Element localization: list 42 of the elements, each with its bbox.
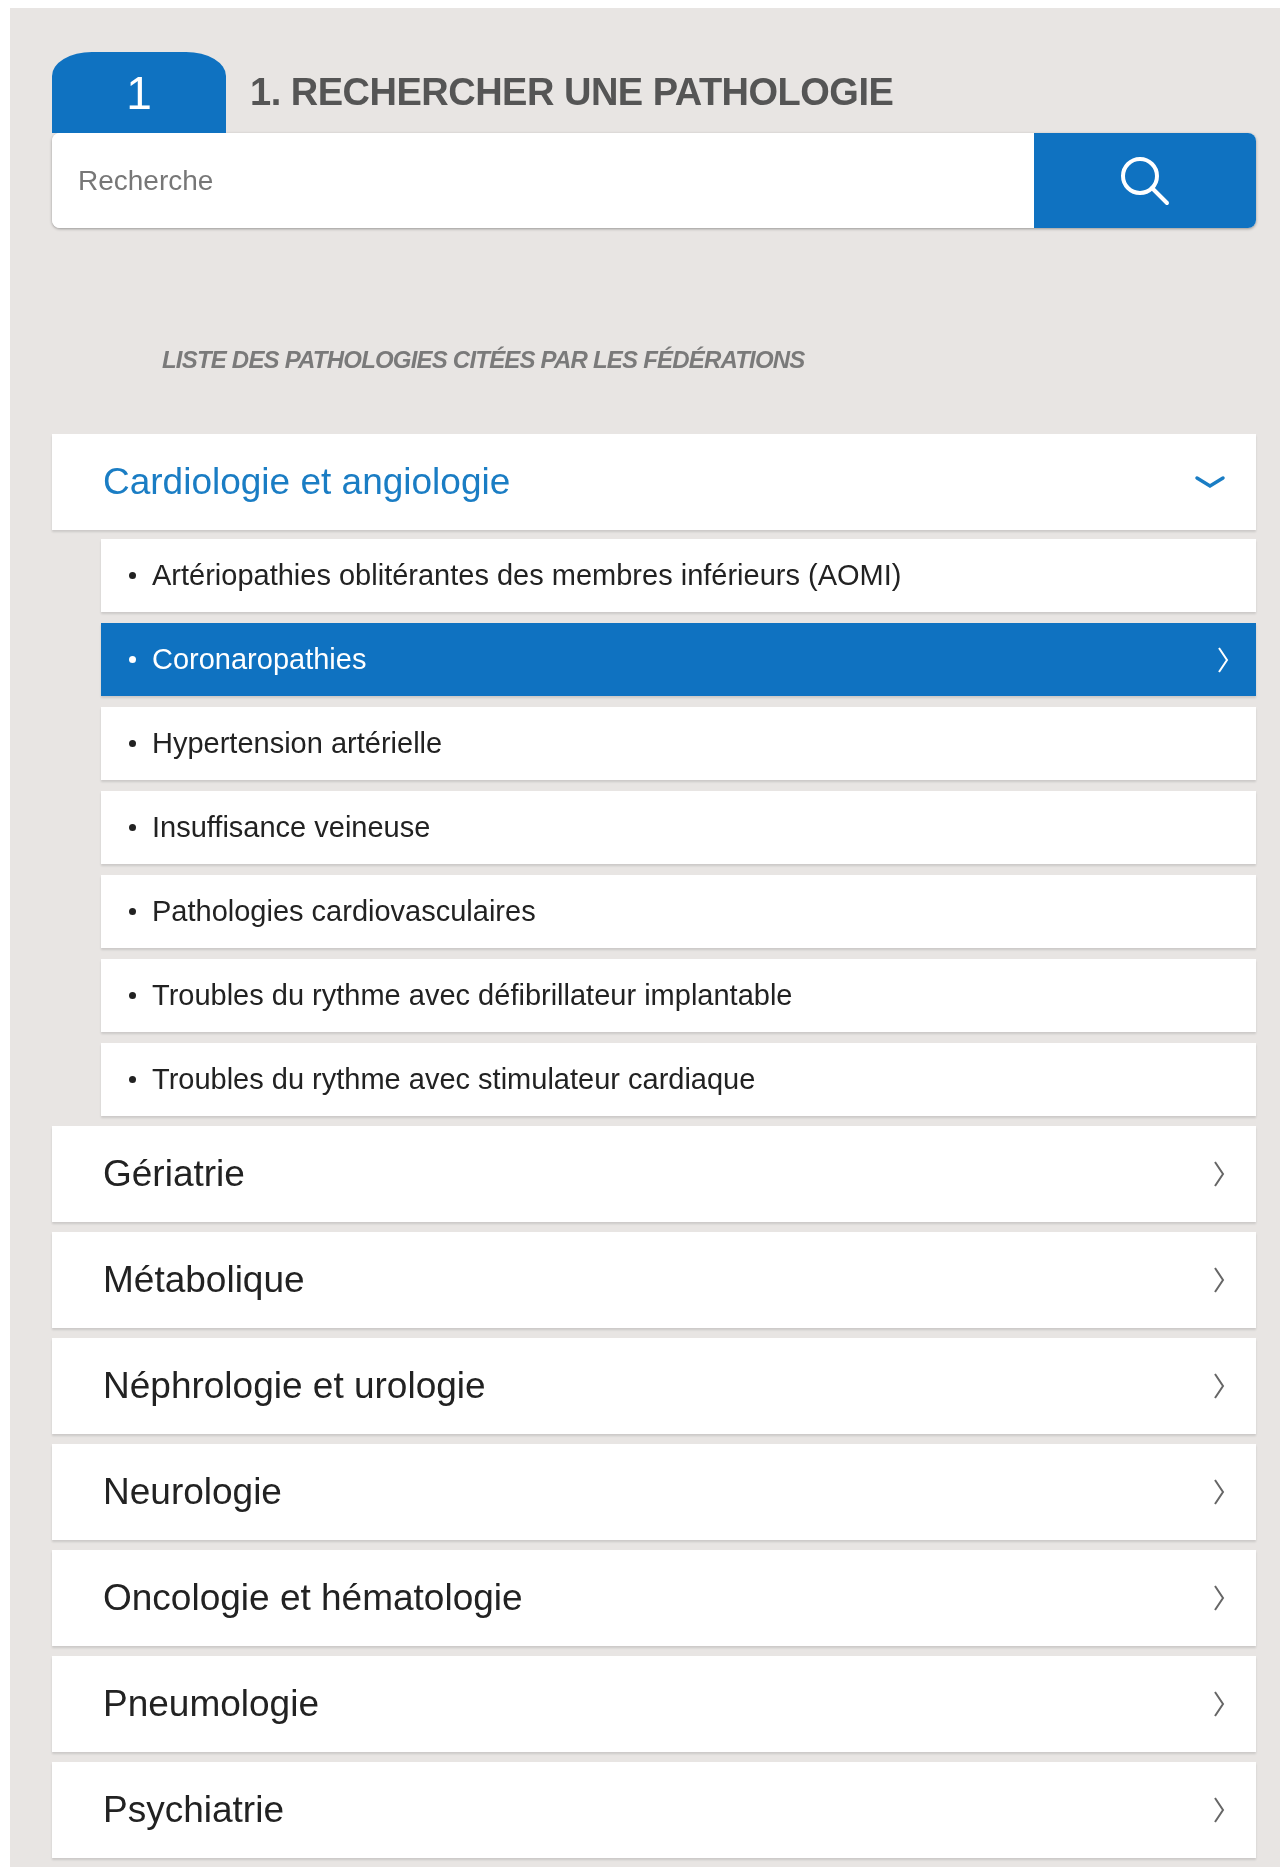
- chevron-right-icon: [1212, 1159, 1226, 1189]
- chevron-right-icon: [1212, 1477, 1226, 1507]
- chevron-right-icon: [1212, 1371, 1226, 1401]
- bullet-icon: [129, 992, 136, 999]
- category-header[interactable]: Oncologie et hématologie: [52, 1550, 1256, 1646]
- bullet-icon: [129, 656, 136, 663]
- chevron-right-icon: [1212, 1265, 1226, 1295]
- pathology-item[interactable]: Troubles du rythme avec stimulateur cardiaque: [101, 1043, 1256, 1116]
- category-header[interactable]: Gériatrie: [52, 1126, 1256, 1222]
- chevron-down-icon: [1194, 475, 1226, 489]
- item-label: Hypertension artérielle: [152, 727, 443, 760]
- search-field[interactable]: Recherche: [52, 133, 1256, 228]
- pathology-item[interactable]: Artériopathies oblitérantes des membres inférieurs (AOMI): [101, 539, 1256, 612]
- chevron-right-icon: [1212, 1795, 1226, 1825]
- item-label: Artériopathies oblitérantes des membres inférieurs (AOMI): [152, 559, 902, 592]
- category-header[interactable]: Neurologie: [52, 1444, 1256, 1540]
- bullet-icon: [129, 908, 136, 915]
- category-header[interactable]: Cardiologie et angiologie: [52, 434, 1256, 530]
- item-label: Troubles du rythme avec stimulateur cardiaque: [152, 1063, 756, 1096]
- section-title: 1. RECHERCHER UNE PATHOLOGIE: [250, 71, 894, 114]
- category-header[interactable]: Psychiatrie: [52, 1762, 1256, 1858]
- list-heading: LISTE DES PATHOLOGIES CITÉES PAR LES FÉDÉRATIONS: [162, 346, 806, 374]
- bullet-icon: [129, 572, 136, 579]
- item-label: Troubles du rythme avec défibrillateur implantable: [152, 979, 793, 1012]
- category-header[interactable]: Métabolique: [52, 1232, 1256, 1328]
- pathology-item[interactable]: Pathologies cardiovasculaires: [101, 875, 1256, 948]
- category-header[interactable]: Pneumologie: [52, 1656, 1256, 1752]
- item-label: Pathologies cardiovasculaires: [152, 895, 536, 928]
- category-header[interactable]: Néphrologie et urologie: [52, 1338, 1256, 1434]
- bullet-icon: [129, 1076, 136, 1083]
- pathology-item[interactable]: Hypertension artérielle: [101, 707, 1256, 780]
- search-button[interactable]: [1034, 133, 1256, 228]
- pathology-item[interactable]: Troubles du rythme avec défibrillateur implantable: [101, 959, 1256, 1032]
- chevron-right-icon: [1212, 1583, 1226, 1613]
- chevron-right-icon: [1212, 1689, 1226, 1719]
- bullet-icon: [129, 824, 136, 831]
- bullet-icon: [129, 740, 136, 747]
- item-label: Insuffisance veineuse: [152, 811, 431, 844]
- search-icon: [1119, 154, 1171, 207]
- item-label: Coronaropathies: [152, 643, 367, 676]
- pathology-item[interactable]: Coronaropathies: [101, 623, 1256, 696]
- pathology-item[interactable]: Insuffisance veineuse: [101, 791, 1256, 864]
